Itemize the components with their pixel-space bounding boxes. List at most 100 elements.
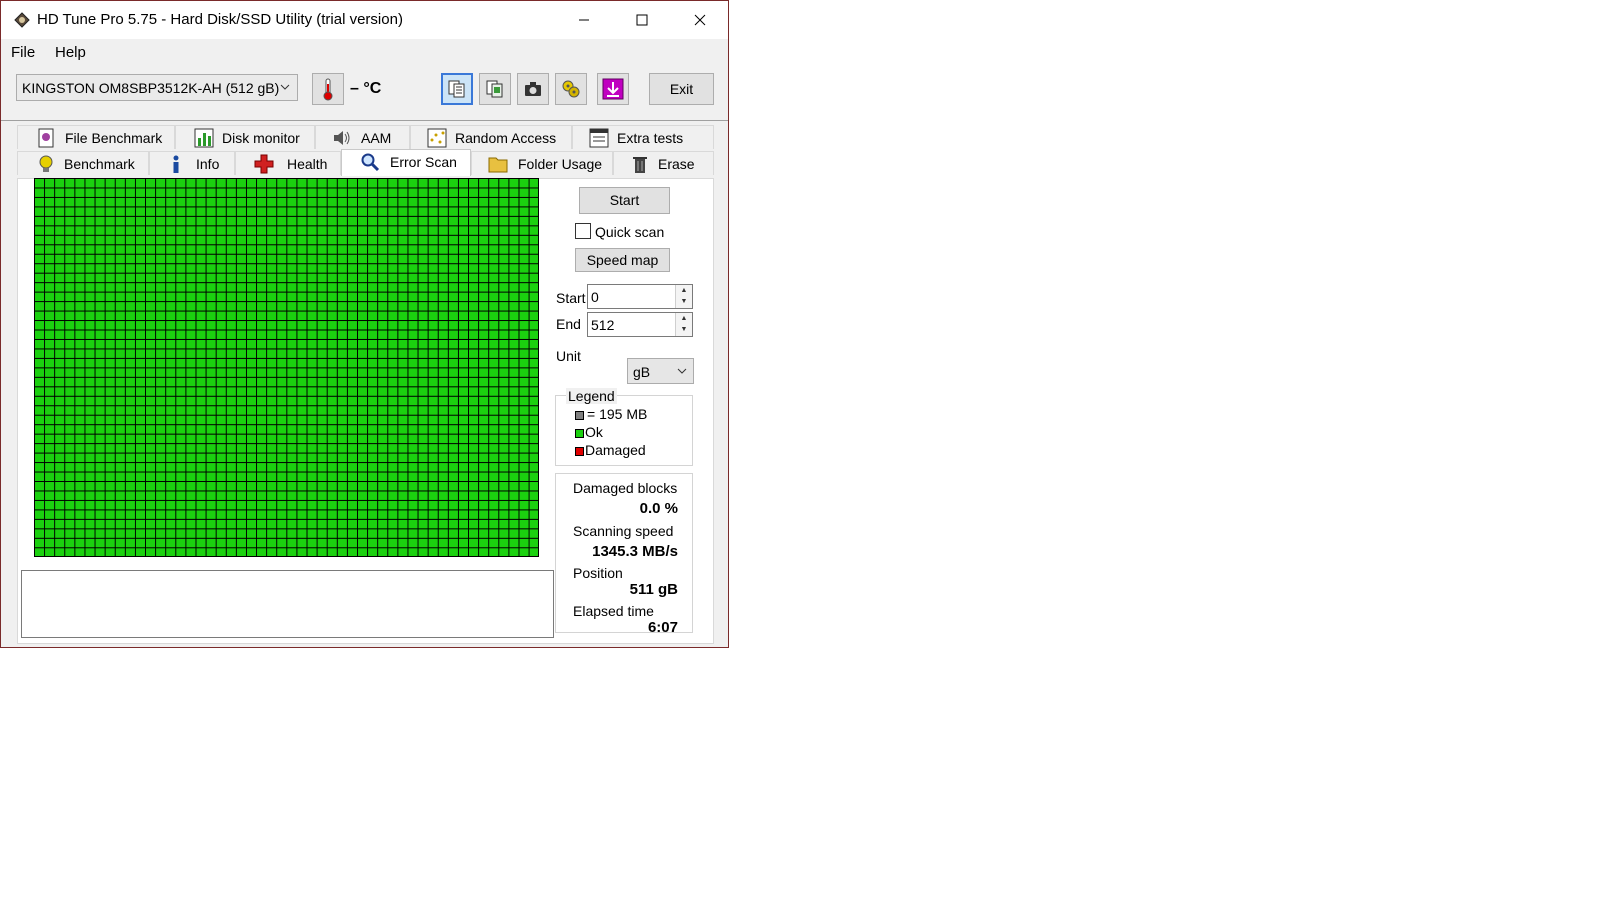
unit-select[interactable]: gB xyxy=(627,358,694,384)
save-button[interactable] xyxy=(597,73,629,105)
tab-erase[interactable]: Erase xyxy=(613,151,714,175)
lightbulb-icon xyxy=(39,155,53,172)
legend-ok-swatch xyxy=(575,428,584,438)
download-arrow-icon xyxy=(602,78,624,100)
minimize-icon xyxy=(579,19,589,21)
close-button[interactable] xyxy=(671,1,729,39)
copy-info-button[interactable] xyxy=(441,73,473,105)
tab-error-scan[interactable]: Error Scan xyxy=(341,149,471,176)
tab-folder-usage[interactable]: Folder Usage xyxy=(471,151,613,175)
elapsed-time-label: Elapsed time xyxy=(573,603,654,619)
block-map-grid xyxy=(34,178,539,557)
legend-block-text: = 195 MB xyxy=(587,406,648,422)
tab-label: Health xyxy=(287,156,328,172)
tab-label: File Benchmark xyxy=(65,130,163,146)
close-icon xyxy=(694,14,706,26)
drive-select[interactable]: KINGSTON OM8SBP3512K-AH (512 gB) xyxy=(16,74,298,101)
speaker-icon xyxy=(334,131,350,145)
legend-block-swatch xyxy=(575,410,584,420)
spin-up-icon[interactable]: ▲ xyxy=(676,285,692,296)
damaged-blocks-value: 0.0 % xyxy=(639,500,678,517)
extra-tests-icon xyxy=(589,128,609,148)
info-icon xyxy=(173,155,179,173)
trash-icon xyxy=(633,157,647,173)
log-box xyxy=(21,570,554,638)
tab-label: Folder Usage xyxy=(518,156,603,172)
legend-damaged-text: Damaged xyxy=(585,442,646,458)
tab-disk-monitor[interactable]: Disk monitor xyxy=(175,125,315,149)
copy-screenshot-button[interactable] xyxy=(479,73,511,105)
temperature-button[interactable] xyxy=(312,73,344,105)
speed-map-button[interactable]: Speed map xyxy=(575,248,670,272)
tab-file-benchmark[interactable]: File Benchmark xyxy=(17,125,175,149)
menu-bar: File Help xyxy=(1,39,728,65)
health-cross-icon xyxy=(254,154,274,174)
spin-down-icon[interactable]: ▼ xyxy=(676,324,692,335)
copy-text-icon xyxy=(448,80,465,98)
tab-label: Extra tests xyxy=(617,130,684,146)
position-label: Position xyxy=(573,565,623,581)
magnifier-icon xyxy=(361,153,380,172)
legend-damaged-swatch xyxy=(575,446,584,456)
chevron-down-icon xyxy=(280,84,290,90)
start-input[interactable]: 0 ▲ ▼ xyxy=(587,284,693,309)
quick-scan-label: Quick scan xyxy=(595,224,665,240)
start-input-value: 0 xyxy=(591,289,599,305)
start-label: Start xyxy=(556,290,586,306)
app-window: HD Tune Pro 5.75 - Hard Disk/SSD Utility… xyxy=(0,0,729,648)
end-label: End xyxy=(556,316,581,332)
tab-label: Info xyxy=(196,156,220,172)
tab-label: AAM xyxy=(361,130,392,146)
minimize-button[interactable] xyxy=(555,1,613,39)
menu-help[interactable]: Help xyxy=(55,44,86,61)
legend-damaged: Damaged xyxy=(575,442,646,458)
tab-health[interactable]: Health xyxy=(235,151,341,175)
tab-label: Random Access xyxy=(455,130,557,146)
quick-scan-checkbox[interactable] xyxy=(575,223,591,239)
drive-select-value: KINGSTON OM8SBP3512K-AH (512 gB) xyxy=(22,80,280,96)
exit-button[interactable]: Exit xyxy=(649,73,714,105)
menu-file[interactable]: File xyxy=(11,44,35,61)
tab-label: Erase xyxy=(658,156,695,172)
tab-info[interactable]: Info xyxy=(149,151,235,175)
legend-ok: Ok xyxy=(575,424,603,440)
position-value: 511 gB xyxy=(629,581,678,598)
unit-select-value: gB xyxy=(633,364,651,380)
window-title: HD Tune Pro 5.75 - Hard Disk/SSD Utility… xyxy=(37,11,403,28)
tab-benchmark[interactable]: Benchmark xyxy=(17,151,149,175)
maximize-icon xyxy=(636,14,648,26)
tab-random-access[interactable]: Random Access xyxy=(410,125,572,149)
legend-ok-text: Ok xyxy=(585,424,603,440)
end-input-value: 512 xyxy=(591,317,615,333)
disk-monitor-icon xyxy=(194,128,214,148)
options-button[interactable] xyxy=(555,73,587,105)
start-scan-button[interactable]: Start xyxy=(579,187,670,214)
maximize-button[interactable] xyxy=(613,1,671,39)
tab-label: Error Scan xyxy=(390,154,457,170)
app-disk-icon xyxy=(14,12,30,28)
random-access-icon xyxy=(427,128,447,148)
temperature-value: – °C xyxy=(350,80,382,97)
file-benchmark-icon xyxy=(38,128,54,148)
unit-label: Unit xyxy=(556,348,581,364)
end-spinner[interactable]: ▲ ▼ xyxy=(675,313,692,336)
screenshot-button[interactable] xyxy=(517,73,549,105)
spin-up-icon[interactable]: ▲ xyxy=(676,313,692,324)
elapsed-time-value: 6:07 xyxy=(647,619,678,636)
damaged-blocks-label: Damaged blocks xyxy=(573,480,678,496)
legend-block-size: = 195 MB xyxy=(575,406,647,422)
title-bar: HD Tune Pro 5.75 - Hard Disk/SSD Utility… xyxy=(1,1,728,39)
scanning-speed-value: 1345.3 MB/s xyxy=(592,543,678,560)
toolbar: KINGSTON OM8SBP3512K-AH (512 gB) – °C Ex… xyxy=(1,65,728,121)
start-spinner[interactable]: ▲ ▼ xyxy=(675,285,692,308)
folder-icon xyxy=(488,157,508,173)
copy-image-icon xyxy=(486,80,503,98)
tab-aam[interactable]: AAM xyxy=(315,125,410,149)
tab-extra-tests[interactable]: Extra tests xyxy=(572,125,714,149)
spin-down-icon[interactable]: ▼ xyxy=(676,296,692,307)
settings-keys-icon xyxy=(562,80,580,98)
stats-box: Damaged blocks 0.0 % Scanning speed 1345… xyxy=(555,473,693,636)
tab-label: Benchmark xyxy=(64,156,135,172)
end-input[interactable]: 512 ▲ ▼ xyxy=(587,312,693,337)
scanning-speed-label: Scanning speed xyxy=(573,523,674,539)
